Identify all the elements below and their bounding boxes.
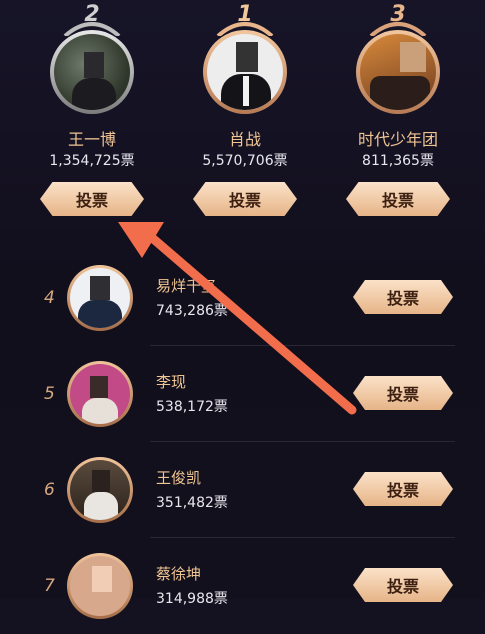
annotation-arrow-icon [118, 222, 357, 415]
